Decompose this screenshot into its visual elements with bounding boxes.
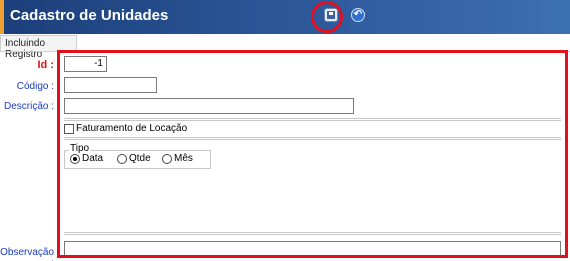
tab-incluindo-registro[interactable]: Incluindo Registro [0, 35, 77, 60]
id-label: Id : [37, 59, 55, 71]
save-highlight-circle [311, 1, 343, 33]
title-bar: Cadastro de Unidades ↶ [0, 0, 570, 34]
undo-button[interactable]: ↶ [351, 8, 365, 22]
window-title: Cadastro de Unidades [10, 7, 169, 24]
descricao-label: Descrição : [3, 101, 54, 112]
form-highlight-box [57, 50, 568, 258]
undo-icon: ↶ [353, 9, 363, 20]
observacao-label: Observação : [0, 247, 54, 261]
codigo-label: Código : [16, 81, 54, 92]
